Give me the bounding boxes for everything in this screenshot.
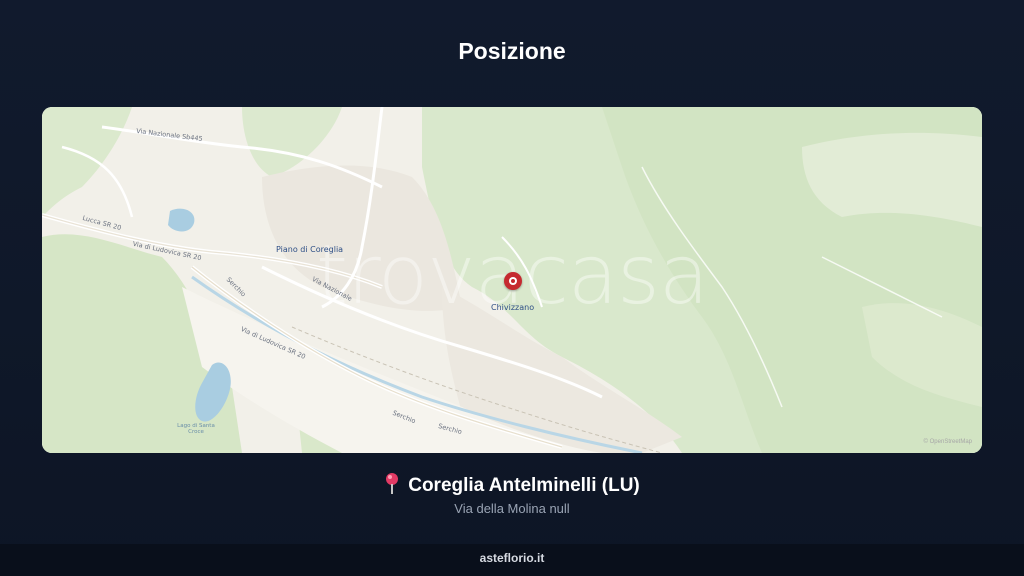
footer: asteflorio.it xyxy=(0,544,1024,576)
location-marker[interactable] xyxy=(504,272,522,290)
pushpin-icon xyxy=(384,472,400,494)
map-view[interactable]: trovacasa Piano di Coreglia Chivizzano V… xyxy=(42,107,982,453)
map-attribution[interactable]: © OpenStreetMap xyxy=(924,439,972,445)
place-label: Chivizzano xyxy=(491,303,535,312)
street-address: Via della Molina null xyxy=(454,501,570,516)
place-label: Piano di Coreglia xyxy=(276,245,344,254)
city-name: Coreglia Antelminelli (LU) xyxy=(408,475,640,496)
water-label: Lago di Santa Croce xyxy=(177,423,215,435)
page-title: Posizione xyxy=(458,38,566,64)
location-title: Coreglia Antelminelli (LU) xyxy=(0,472,1024,497)
site-name[interactable]: asteflorio.it xyxy=(480,551,545,565)
